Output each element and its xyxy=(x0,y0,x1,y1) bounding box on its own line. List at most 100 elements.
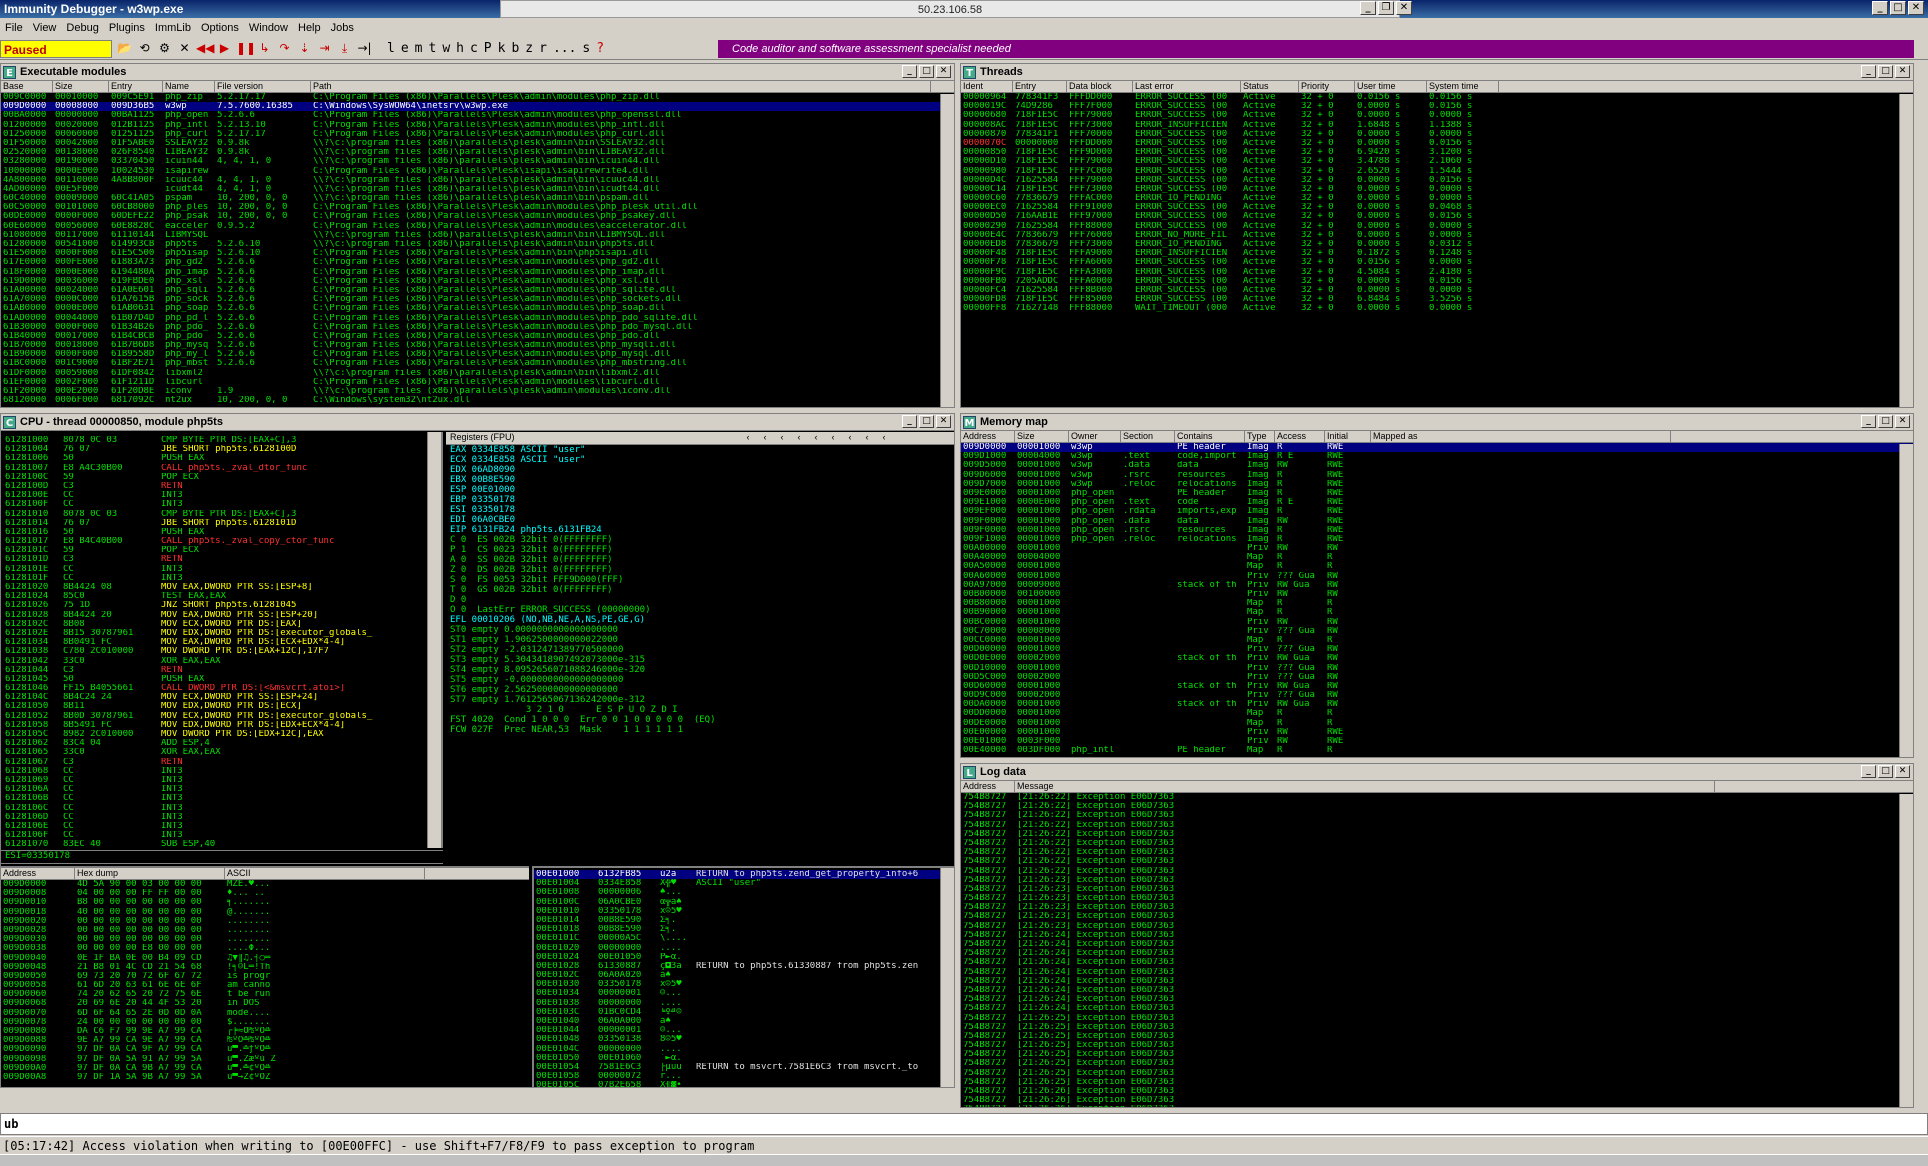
table-row[interactable]: 754B8727 [21:26:22] Exception E06D7363 xyxy=(961,802,1913,811)
table-row[interactable]: 009C0000 00010000 009C5E91 php_zip 5.2.17.17… xyxy=(1,93,954,102)
executable-modules-pane[interactable]: E Executable modules _ □ ✕ Base Size Entry Nam… xyxy=(0,63,955,408)
table-row[interactable]: 754B8727 [21:26:25] Exception E06D7363 xyxy=(961,1041,1913,1050)
disasm-row[interactable]: 61281010 8078 0C 03 CMP BYTE PTR DS:[EAX+C… xyxy=(1,510,441,519)
table-row[interactable]: 754B8727 [21:26:22] Exception E06D7363 xyxy=(961,821,1913,830)
table-row[interactable]: 00E01054 7581E6C3 ├µüu RETURN to msvcrt.758… xyxy=(534,1063,954,1072)
register-line[interactable]: ST5 empty -0.0000000000000000000 xyxy=(450,675,954,685)
table-row[interactable]: 00000EC0 71625584 FFF91000 ERROR_SUCCESS (0… xyxy=(961,203,1913,212)
menu-item-help[interactable]: Help xyxy=(293,22,326,34)
menu-item-options[interactable]: Options xyxy=(196,22,244,34)
table-row[interactable]: 00000680 718F1E5C FFF79000 ERROR_SUCCESS (0… xyxy=(961,111,1913,120)
run-icon[interactable]: ▶ xyxy=(216,40,233,57)
table-row[interactable]: 754B8727 [21:26:23] Exception E06D7363 xyxy=(961,885,1913,894)
table-row[interactable]: 754B8727 [21:26:25] Exception E06D7363 xyxy=(961,1032,1913,1041)
toolbar-button-2[interactable]: m xyxy=(415,41,423,56)
table-row[interactable]: 0000070C 00000000 FFFDD000 ERROR_SUCCESS (0… xyxy=(961,139,1913,148)
register-line[interactable]: Z 0 DS 002B 32bit 0(FFFFFFFF) xyxy=(450,565,954,575)
maximize-icon[interactable]: □ xyxy=(919,415,934,428)
disasm-row[interactable]: 6128105C 8982 2C010000 MOV DWORD PTR DS:[E… xyxy=(1,730,441,739)
disasm-row[interactable]: 61281070 83EC 40 SUB ESP,40 xyxy=(1,840,441,849)
menu-item-debug[interactable]: Debug xyxy=(61,22,103,34)
table-row[interactable]: 00E01028 61330887 ç◘3a RETURN to php5ts.613… xyxy=(534,962,954,971)
table-row[interactable]: 00BC0000 00001000 Priv RW RW xyxy=(961,618,1913,627)
table-row[interactable]: 00E0102C 06A0A020 á♠ xyxy=(534,971,954,980)
register-line[interactable]: C 0 ES 002B 32bit 0(FFFFFFFF) xyxy=(450,535,954,545)
disasm-row[interactable]: 6128101C 59 POP ECX xyxy=(1,546,441,555)
table-row[interactable]: 00E40000 003DF000 php_intl PE header Map R R xyxy=(961,746,1913,755)
table-row[interactable]: 00E01044 00000001 ☺... xyxy=(534,1026,954,1035)
table-row[interactable]: 754B8727 [21:26:23] Exception E06D7363 xyxy=(961,876,1913,885)
column-header[interactable]: Address xyxy=(1,868,75,879)
table-row[interactable]: 61B70000 00018000 61B7B6D8 php_mysq 5.2.6.6 C… xyxy=(1,341,954,350)
table-row[interactable]: 61A00000 00024000 61A0E601 php_sqli 5.2.6.6 C… xyxy=(1,286,954,295)
disasm-row[interactable]: 6128102C 8B08 MOV ECX,DWORD PTR DS:[EAX] xyxy=(1,620,441,629)
table-row[interactable]: 10000000 0000E000 10024530 isapirew C:\Progr… xyxy=(1,167,954,176)
table-row[interactable]: 00CC0000 00001000 Map R R xyxy=(961,636,1913,645)
table-row[interactable]: 00DD0000 00001000 Map R R xyxy=(961,709,1913,718)
table-row[interactable]: 009F0000 00001000 php_open .rsrc resources Im… xyxy=(961,526,1913,535)
toolbar-button-9[interactable]: b xyxy=(511,41,519,56)
register-line[interactable]: ST3 empty 5.3043418907492073000e-315 xyxy=(450,655,954,665)
table-row[interactable]: 00D9C000 00002000 Priv ??? Gua RW xyxy=(961,691,1913,700)
table-row[interactable]: 01250000 00060000 01251125 php_curl 5.2.17.1… xyxy=(1,130,954,139)
table-row[interactable]: 00000D50 716AAB1E FFF97000 ERROR_SUCCESS (0… xyxy=(961,212,1913,221)
pane-title[interactable]: L Log data _ □ ✕ xyxy=(961,764,1913,781)
table-row[interactable]: 00E01048 03350138 8☺5♥ xyxy=(534,1035,954,1044)
column-header[interactable]: Ident xyxy=(961,81,1013,92)
toolbar-button-4[interactable]: w xyxy=(442,41,450,56)
disasm-row[interactable]: 61281067 C3 RETN xyxy=(1,758,441,767)
column-header[interactable]: Last error xyxy=(1133,81,1241,92)
table-row[interactable]: 009D0000 00008000 009D36B5 w3wp 7.5.7600.163… xyxy=(1,102,954,112)
table-row[interactable]: 00E01040 06A0A000 á♠ xyxy=(534,1017,954,1026)
table-row[interactable]: 754B8727 [21:26:25] Exception E06D7363 xyxy=(961,1078,1913,1087)
table-row[interactable]: 00B90000 00001000 Map R R xyxy=(961,608,1913,617)
table-row[interactable]: 754B8727 [21:26:25] Exception E06D7363 xyxy=(961,1023,1913,1032)
table-row[interactable]: 009D0050 69 73 20 70 72 6F 67 72 is progr xyxy=(1,972,529,981)
vertical-scrollbar[interactable] xyxy=(940,94,954,407)
column-header[interactable]: Section xyxy=(1121,431,1175,442)
column-header[interactable]: Data block xyxy=(1067,81,1133,92)
table-row[interactable]: 009D0090 97 DF 0A CA 9F A7 99 CA ù▀.╩ƒºÖ╩ xyxy=(1,1045,529,1054)
table-row[interactable]: 61A70000 0000C000 61A7615B php_sock 5.2.6.6 C… xyxy=(1,295,954,304)
step-over-icon[interactable]: ↷ xyxy=(276,40,293,57)
disasm-row[interactable]: 6128106C CC INT3 xyxy=(1,804,441,813)
table-row[interactable]: 00E01024 00E01050 P►α. xyxy=(534,953,954,962)
table-row[interactable]: 754B8727 [21:26:22] Exception E06D7363 xyxy=(961,793,1913,802)
table-row[interactable]: 754B8727 [21:26:25] Exception E06D7363 xyxy=(961,1069,1913,1078)
table-row[interactable]: 754B8727[21:26:26] Exception E06D7363 xyxy=(961,1105,1913,1107)
disasm-row[interactable]: 6128102E 8B15 30787961 MOV EDX,DWORD PTR D… xyxy=(1,629,441,638)
table-row[interactable]: 00000F78 718F1E5C FFFA6000 ERROR_SUCCESS (0… xyxy=(961,258,1913,267)
table-row[interactable]: 00000FC4 71625584 FFF8B000 ERROR_SUCCESS (0… xyxy=(961,286,1913,295)
table-row[interactable]: 61AB0000 0000E000 61AB0631 php_soap 5.2.6.6 C… xyxy=(1,304,954,313)
execute-till-return-icon[interactable]: ⤓ xyxy=(336,40,353,57)
table-row[interactable]: 009E1000 0000E000 php_open .text code Imag R E… xyxy=(961,498,1913,507)
column-header[interactable]: Contains xyxy=(1175,431,1245,442)
table-row[interactable]: 009D00A0 97 DF 0A CA 9B A7 99 CA ù▀.╩¢ºÖ╩ xyxy=(1,1064,529,1073)
table-row[interactable]: 009D0058 61 6D 20 63 61 6E 6E 6F am canno xyxy=(1,981,529,990)
column-header[interactable]: Access xyxy=(1275,431,1325,442)
disassembly-view[interactable]: 61281000 8078 0C 03 CMP BYTE PTR DS:[EAX+C… xyxy=(1,432,443,849)
toolbar-button-7[interactable]: P xyxy=(484,41,492,56)
toolbar-button-14[interactable]: ? xyxy=(596,41,604,56)
table-row[interactable]: 00E01000 6132FB85 ú2a RETURN to php5ts.zend… xyxy=(534,870,954,880)
table-row[interactable]: 754B8727 [21:26:23] Exception E06D7363 xyxy=(961,922,1913,931)
maximize-icon[interactable]: □ xyxy=(1878,65,1893,78)
goto-icon[interactable]: →| xyxy=(356,40,373,57)
table-row[interactable]: 754B8727 [21:26:22] Exception E06D7363 xyxy=(961,839,1913,848)
column-header[interactable]: Entry xyxy=(1013,81,1067,92)
table-row[interactable]: 00000E4C 77836679 FFF76000 ERROR_NO_MORE_FI… xyxy=(961,231,1913,240)
table-row[interactable]: 61DF0000 00059000 61DF0842 libxml2 \\?\c:\pr… xyxy=(1,369,954,378)
column-header[interactable]: Size xyxy=(53,81,109,92)
register-line[interactable]: ST1 empty 1.9062500000000022000 xyxy=(450,635,954,645)
table-row[interactable]: 60E60000 00056000 60E8828C eacceler 0.9.5.2 C… xyxy=(1,222,954,231)
hexdump-view[interactable]: Address Hex dump ASCII 009D0000 4D 5A 90 00… xyxy=(1,866,529,1087)
table-row[interactable]: 00E01058 00000072 r... xyxy=(534,1072,954,1081)
table-row[interactable]: 00E01014 00B8E590 Σ╕. xyxy=(534,916,954,925)
disasm-row[interactable]: 6128104C 8B4C24 24 MOV ECX,DWORD PTR SS:[E… xyxy=(1,693,441,702)
table-row[interactable]: 009D0030 00 00 00 00 00 00 00 00........ xyxy=(1,935,529,944)
table-row[interactable]: 009D1000 00004000 w3wp .text code,import Imag… xyxy=(961,452,1913,461)
table-row[interactable]: 754B8727 [21:26:24] Exception E06D7363 xyxy=(961,977,1913,986)
table-row[interactable]: 009D0078 24 00 00 00 00 00 00 00 $....... xyxy=(1,1018,529,1027)
close-icon[interactable]: ✕ xyxy=(1895,415,1910,428)
table-row[interactable]: 00E01004 0334E858 X╬♥ ASCII "user" xyxy=(534,879,954,888)
